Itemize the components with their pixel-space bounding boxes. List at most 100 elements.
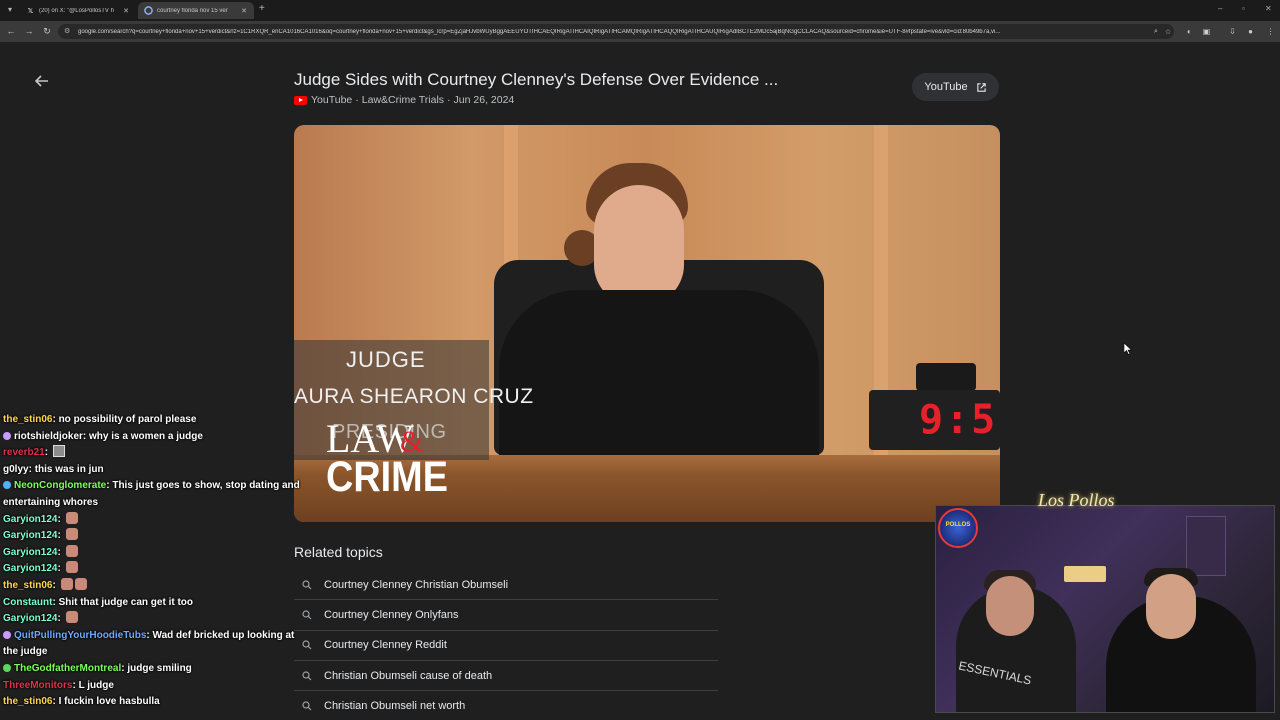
chat-username: reverb21 — [3, 447, 45, 459]
tab-title: (20) on X: "@LosPollosTV h — [39, 7, 114, 14]
new-tab-icon[interactable]: + — [259, 3, 265, 14]
browser-tab-bar: ▾ 𝕏 (20) on X: "@LosPollosTV h ✕ courtne… — [0, 0, 1280, 21]
forward-icon[interactable]: → — [23, 25, 35, 37]
search-icon — [302, 640, 312, 650]
window-close-icon[interactable]: ✕ — [1265, 4, 1272, 13]
mouse-cursor-icon — [1124, 343, 1132, 355]
close-tab-icon[interactable]: ✕ — [122, 7, 130, 15]
chat-emote-icon — [60, 577, 73, 590]
chat-emote-icon — [65, 528, 78, 541]
chat-text: I fuckin love hasbulla — [58, 696, 160, 708]
webcam-overlay: ESSENTIALS POLLOS — [935, 505, 1275, 713]
chat-separator: : — [52, 579, 59, 591]
back-arrow-icon[interactable] — [33, 72, 51, 90]
more-menu-icon[interactable]: ⋮ — [1265, 26, 1276, 37]
chat-message: Garyion124: — [3, 544, 303, 562]
related-topic-label: Courtney Clenney Christian Obumseli — [324, 578, 509, 591]
chat-message: reverb21: — [3, 445, 303, 462]
related-topics-heading: Related topics — [294, 544, 383, 560]
video-player[interactable]: 9:5 JUDGE AURA SHEARON CRUZ PRESIDING LA… — [294, 125, 1000, 522]
chat-username: the_stin06 — [3, 696, 53, 708]
maximize-icon[interactable]: ▫ — [1242, 4, 1245, 13]
chat-username: Garyion124 — [3, 546, 58, 558]
tab-google-search[interactable]: courtney florida nov 15 ver ✕ — [138, 2, 254, 19]
chat-emote-icon — [74, 577, 87, 590]
chat-text: why is a women a judge — [89, 430, 203, 442]
browser-toolbar: ← → ↻ ⚙ google.com/search?q=courtney+flo… — [0, 21, 1280, 42]
related-topic-item[interactable]: Courtney Clenney Reddit — [294, 631, 718, 661]
url-text: google.com/search?q=courtney+florida+nov… — [78, 28, 1001, 35]
zoom-icon[interactable]: ⌕ — [1150, 28, 1162, 36]
chat-text: Shit that judge can get it too — [58, 596, 194, 608]
chat-username: ThreeMonitors — [3, 679, 73, 691]
separator: · — [447, 94, 451, 106]
chat-username: Garyion124 — [3, 513, 58, 525]
chat-emote-icon — [65, 544, 78, 557]
chat-username: riotshieldjoker — [14, 430, 83, 442]
chat-separator: : — [57, 546, 64, 558]
open-youtube-label: YouTube — [924, 81, 968, 93]
youtube-logo-icon — [294, 95, 307, 105]
chat-separator: : — [57, 513, 64, 525]
chat-message: the_stin06: I fuckin love hasbulla — [3, 694, 303, 711]
chat-username: Garyion124 — [3, 530, 58, 542]
chat-message: Garyion124: — [3, 511, 303, 529]
separator: · — [355, 94, 359, 106]
search-icon — [302, 580, 312, 590]
chat-badge-icon — [3, 663, 11, 672]
address-bar[interactable]: ⚙ google.com/search?q=courtney+florida+n… — [58, 24, 1174, 39]
translate-icon[interactable]: ◖ — [1183, 26, 1194, 37]
channel-logo-text: POLLOS — [945, 522, 971, 528]
chat-message: the_stin06: no possibility of parol plea… — [3, 412, 303, 429]
chat-badge-icon — [3, 630, 11, 639]
chat-message: TheGodfatherMontreal: judge smiling — [3, 661, 303, 678]
chat-username: the_stin06 — [3, 579, 53, 591]
related-topic-item[interactable]: Christian Obumseli cause of death — [294, 661, 718, 692]
publish-date: Jun 26, 2024 — [453, 94, 515, 106]
channel-logo: POLLOS — [938, 508, 978, 548]
profile-avatar-icon[interactable]: ● — [1245, 26, 1256, 37]
x-logo-icon: 𝕏 — [27, 7, 34, 15]
chat-text: no possibility of parol please — [58, 414, 197, 425]
close-tab-icon[interactable]: ✕ — [240, 7, 248, 15]
site-info-icon[interactable]: ⚙ — [64, 28, 72, 36]
downloads-icon[interactable]: ⇩ — [1227, 26, 1238, 37]
stream-chat-overlay: the_stin06: no possibility of parol plea… — [3, 412, 303, 711]
open-youtube-button[interactable]: YouTube — [912, 73, 999, 101]
clock-camera — [916, 363, 976, 391]
chat-message: NeonConglomerate: This just goes to show… — [3, 478, 303, 511]
lawcrime-logo-crime: CRIME — [326, 453, 448, 501]
related-topic-item[interactable]: Christian Obumseli net worth — [294, 691, 718, 720]
chat-text: judge smiling — [127, 662, 192, 674]
chat-text: L judge — [78, 679, 114, 691]
extensions-icon[interactable]: ▣ — [1201, 26, 1212, 37]
google-icon — [144, 6, 153, 15]
tab-title: courtney florida nov 15 ver — [157, 7, 228, 14]
background-light-sign — [1064, 566, 1106, 582]
tab-search-icon[interactable]: ▾ — [4, 4, 16, 16]
chat-badge-icon — [3, 431, 11, 440]
chat-username: Garyion124 — [3, 563, 58, 575]
chat-username: Constaunt — [3, 596, 53, 608]
tab-x-post[interactable]: 𝕏 (20) on X: "@LosPollosTV h ✕ — [20, 2, 136, 19]
channel-name: Law&Crime Trials — [361, 94, 445, 106]
related-topic-item[interactable]: Courtney Clenney Onlyfans — [294, 600, 718, 631]
bookmark-star-icon[interactable]: ☆ — [1162, 28, 1174, 36]
back-icon[interactable]: ← — [5, 25, 17, 37]
chat-emote-icon — [65, 561, 78, 574]
chat-text: this was in jun — [34, 463, 104, 475]
judge-name: AURA SHEARON CRUZ — [294, 385, 534, 408]
video-meta: YouTube · Law&Crime Trials · Jun 26, 202… — [294, 94, 514, 106]
video-title[interactable]: Judge Sides with Courtney Clenney's Defe… — [294, 70, 778, 90]
chat-username: g0lyy — [3, 463, 29, 475]
neon-sign: Los Pollos — [1038, 490, 1115, 510]
related-topic-label: Courtney Clenney Onlyfans — [324, 608, 459, 621]
chat-message: g0lyy: this was in jun — [3, 462, 303, 479]
related-topic-item[interactable]: Courtney Clenney Christian Obumseli — [294, 570, 718, 601]
external-link-icon — [976, 82, 986, 92]
chat-username: the_stin06 — [3, 414, 53, 425]
chat-separator: : — [57, 530, 64, 542]
minimize-icon[interactable]: – — [1218, 4, 1222, 13]
chat-separator: : — [44, 447, 51, 459]
reload-icon[interactable]: ↻ — [41, 25, 53, 37]
